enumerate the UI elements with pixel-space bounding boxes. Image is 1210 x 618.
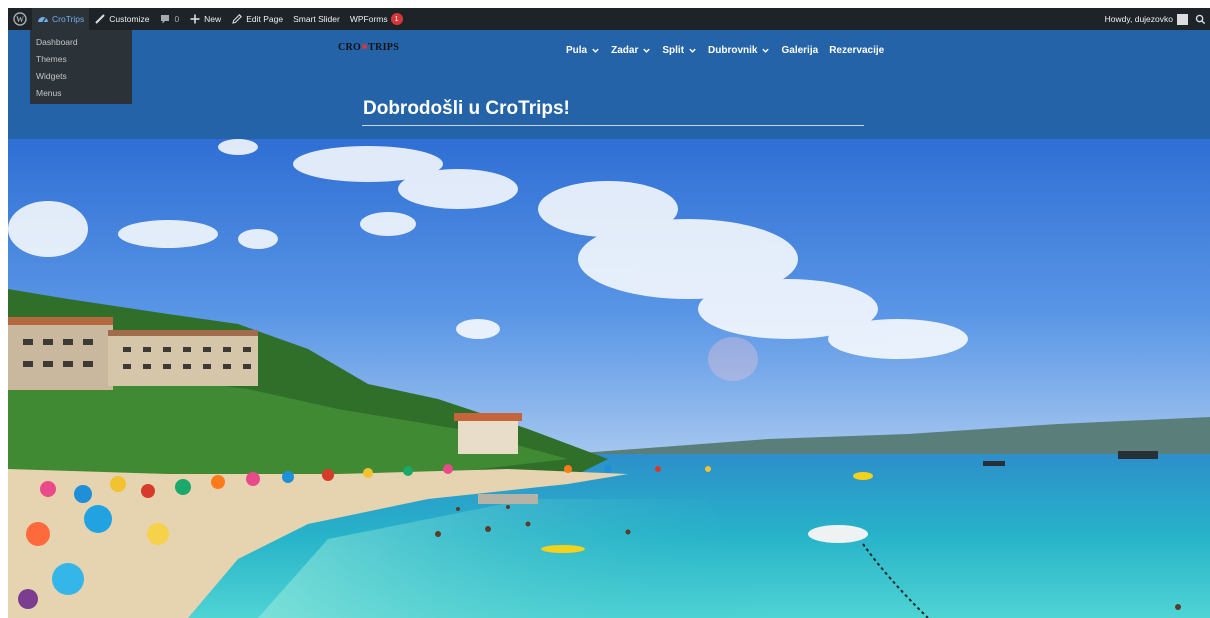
howdy-label: Howdy, dujezovko — [1104, 14, 1173, 24]
edit-page-label: Edit Page — [246, 14, 284, 24]
new-content-button[interactable]: New — [184, 8, 226, 30]
nav-item-dubrovnik[interactable]: Dubrovnik — [708, 45, 770, 56]
nav-label: Split — [662, 45, 685, 56]
title-divider — [362, 125, 864, 126]
svg-text:W: W — [16, 15, 24, 24]
my-account-menu[interactable]: Howdy, dujezovko — [1100, 8, 1191, 30]
comment-icon — [159, 13, 171, 25]
brush-icon — [94, 13, 106, 25]
site-logo[interactable]: CRO TRIPS — [338, 42, 399, 53]
hero-beach-image — [8, 139, 1210, 618]
pencil-icon — [231, 13, 243, 25]
main-navigation: Pula Zadar Split Dubrovnik Galerija Reze… — [566, 45, 895, 56]
menu-item-widgets[interactable]: Widgets — [30, 68, 132, 85]
admin-bar-right: Howdy, dujezovko — [1100, 8, 1210, 30]
nav-item-pula[interactable]: Pula — [566, 45, 600, 56]
wp-admin-bar: W CroTrips Customize 0 New Edit Page Sma… — [8, 8, 1210, 30]
page-frame: W CroTrips Customize 0 New Edit Page Sma… — [8, 8, 1210, 618]
chevron-down-icon — [591, 46, 600, 55]
nav-label: Pula — [566, 45, 588, 56]
wpforms-button[interactable]: WPForms 1 — [345, 8, 408, 30]
wpforms-label: WPForms — [349, 14, 388, 24]
wordpress-icon: W — [13, 12, 27, 26]
logo-right: TRIPS — [368, 42, 400, 53]
wpforms-notification-badge: 1 — [390, 13, 403, 25]
menu-item-menus[interactable]: Menus — [30, 85, 132, 102]
nav-label: Dubrovnik — [708, 45, 758, 56]
nav-item-zadar[interactable]: Zadar — [611, 45, 651, 56]
smart-slider-button[interactable]: Smart Slider — [288, 8, 345, 30]
logo-left: CRO — [338, 42, 362, 53]
dashboard-icon — [37, 13, 49, 25]
avatar — [1177, 13, 1188, 25]
nav-item-rezervacije[interactable]: Rezervacije — [829, 45, 884, 56]
chevron-down-icon — [642, 46, 651, 55]
chevron-down-icon — [688, 46, 697, 55]
edit-page-button[interactable]: Edit Page — [226, 8, 288, 30]
customize-label: Customize — [109, 14, 150, 24]
site-name-menu[interactable]: CroTrips — [32, 8, 90, 30]
chevron-down-icon — [761, 46, 770, 55]
nav-label: Zadar — [611, 45, 639, 56]
nav-label: Rezervacije — [829, 45, 885, 56]
nav-item-split[interactable]: Split — [662, 45, 697, 56]
comments-button[interactable]: 0 — [154, 8, 184, 30]
nav-item-galerija[interactable]: Galerija — [781, 45, 818, 56]
site-header: CRO TRIPS Pula Zadar Split Dubrovnik Gale… — [8, 30, 1210, 139]
new-label: New — [204, 14, 222, 24]
search-button[interactable] — [1191, 8, 1210, 30]
logo-dot-icon — [362, 44, 368, 49]
site-name-dropdown: Dashboard Themes Widgets Menus — [30, 30, 132, 104]
wordpress-logo-button[interactable]: W — [8, 8, 32, 30]
menu-item-dashboard[interactable]: Dashboard — [30, 34, 132, 51]
nav-label: Galerija — [781, 45, 819, 56]
comments-count: 0 — [174, 14, 180, 24]
customize-button[interactable]: Customize — [89, 8, 154, 30]
page-title: Dobrodošli u CroTrips! — [363, 98, 570, 119]
smart-slider-label: Smart Slider — [293, 14, 340, 24]
search-icon — [1194, 13, 1206, 25]
plus-icon — [189, 13, 201, 25]
site-name-label: CroTrips — [52, 14, 85, 24]
menu-item-themes[interactable]: Themes — [30, 51, 132, 68]
